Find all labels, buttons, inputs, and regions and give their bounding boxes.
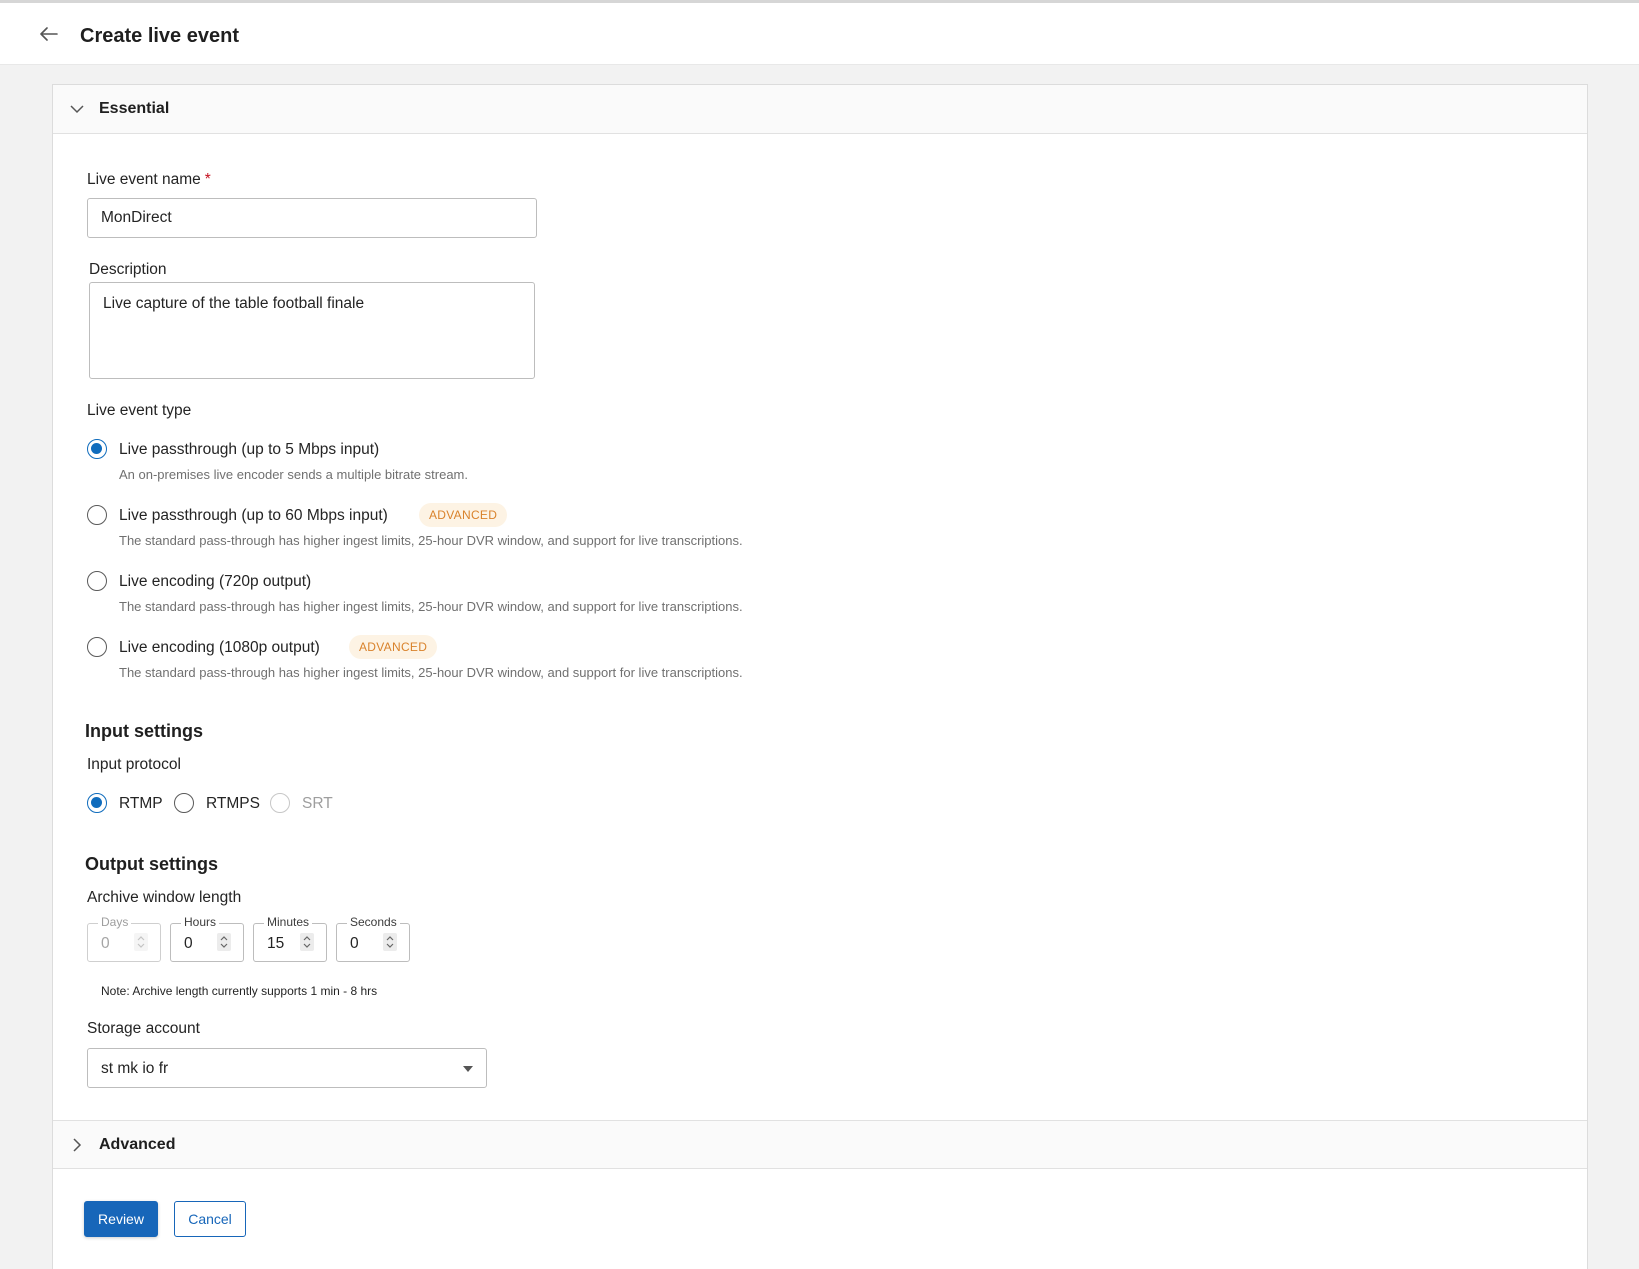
stepper-arrows-icon[interactable] <box>217 933 231 951</box>
page-title: Create live event <box>80 25 239 47</box>
archive-minutes-field[interactable]: Minutes 15 <box>253 915 327 962</box>
archive-seconds-legend: Seconds <box>347 915 400 929</box>
description-label: Description <box>89 261 167 278</box>
chevron-right-icon <box>69 1137 85 1153</box>
type-desc-encoding-1080: The standard pass-through has higher ing… <box>119 665 743 680</box>
essential-section-toggle[interactable]: Essential <box>53 85 1587 134</box>
type-label-encoding-1080[interactable]: Live encoding (1080p output) <box>119 639 320 657</box>
protocol-radio-rtmps[interactable] <box>174 793 194 813</box>
type-radio-passthrough-5[interactable] <box>87 439 107 459</box>
archive-hours-field[interactable]: Hours 0 <box>170 915 244 962</box>
type-radio-encoding-720[interactable] <box>87 571 107 591</box>
caret-down-icon <box>463 1066 473 1072</box>
stepper-arrows-icon[interactable] <box>300 933 314 951</box>
protocol-radio-rtmp[interactable] <box>87 793 107 813</box>
protocol-label-rtmps[interactable]: RTMPS <box>206 795 260 813</box>
archive-days-field: Days 0 <box>87 915 161 962</box>
required-mark: * <box>204 171 211 188</box>
live-event-type-label: Live event type <box>87 402 192 419</box>
protocol-radio-srt <box>270 793 290 813</box>
live-event-name-label: Live event name * <box>87 171 211 189</box>
archive-window-label: Archive window length <box>87 889 242 906</box>
top-bar: Create live event <box>0 0 1639 64</box>
type-desc-passthrough-60: The standard pass-through has higher ing… <box>119 533 743 548</box>
advanced-badge: ADVANCED <box>419 503 508 527</box>
archive-hours-legend: Hours <box>181 915 220 929</box>
type-label-passthrough-5[interactable]: Live passthrough (up to 5 Mbps input) <box>119 441 379 459</box>
chevron-down-icon <box>69 101 85 117</box>
create-live-event-panel: Essential Live event name* Description L… <box>52 84 1588 1269</box>
stepper-arrows-icon[interactable] <box>383 933 397 951</box>
input-settings-heading: Input settings <box>85 721 203 741</box>
review-button[interactable]: Review <box>84 1201 158 1237</box>
protocol-label-rtmp[interactable]: RTMP <box>119 795 163 813</box>
type-radio-passthrough-60[interactable] <box>87 505 107 525</box>
type-radio-encoding-1080[interactable] <box>87 637 107 657</box>
output-settings-heading: Output settings <box>85 854 218 874</box>
archive-minutes-legend: Minutes <box>264 915 313 929</box>
back-button[interactable] <box>36 21 62 47</box>
archive-minutes-value[interactable]: 15 <box>267 935 284 953</box>
archive-days-legend: Days <box>98 915 132 929</box>
storage-account-select[interactable]: st mk io fr <box>87 1048 487 1088</box>
advanced-section-toggle[interactable]: Advanced <box>53 1120 1587 1169</box>
storage-account-label: Storage account <box>87 1020 200 1037</box>
type-desc-encoding-720: The standard pass-through has higher ing… <box>119 599 743 614</box>
archive-seconds-field[interactable]: Seconds 0 <box>336 915 410 962</box>
storage-account-value: st mk io fr <box>101 1060 169 1077</box>
live-event-name-label-text: Live event name <box>87 171 201 188</box>
type-label-encoding-720[interactable]: Live encoding (720p output) <box>119 573 311 591</box>
protocol-label-srt: SRT <box>302 795 333 812</box>
archive-length-note: Note: Archive length currently supports … <box>101 984 378 998</box>
description-textarea[interactable]: Live capture of the table football final… <box>89 282 535 379</box>
archive-days-value: 0 <box>101 935 110 952</box>
advanced-badge: ADVANCED <box>349 635 438 659</box>
type-label-passthrough-60[interactable]: Live passthrough (up to 60 Mbps input) <box>119 507 388 525</box>
stepper-arrows-icon <box>134 933 148 951</box>
essential-section-label: Essential <box>99 100 170 117</box>
archive-seconds-value[interactable]: 0 <box>350 935 359 953</box>
type-desc-passthrough-5: An on-premises live encoder sends a mult… <box>119 467 468 482</box>
advanced-section-label: Advanced <box>99 1135 176 1153</box>
cancel-button[interactable]: Cancel <box>174 1201 246 1237</box>
archive-hours-value[interactable]: 0 <box>184 935 193 953</box>
arrow-left-icon <box>40 27 58 41</box>
input-protocol-label: Input protocol <box>87 756 181 773</box>
live-event-name-input[interactable] <box>87 198 537 238</box>
